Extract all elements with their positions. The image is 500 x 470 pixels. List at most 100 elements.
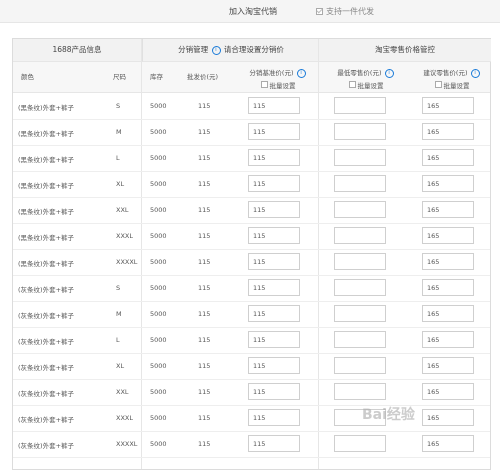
- bulk-set-min-checkbox[interactable]: [348, 81, 356, 88]
- cell-size: M: [116, 310, 122, 318]
- min-retail-input[interactable]: [334, 97, 386, 114]
- cell-wholesale: 115: [198, 362, 211, 370]
- suggest-retail-input[interactable]: [422, 383, 474, 400]
- info-icon[interactable]: i: [211, 45, 221, 55]
- suggest-retail-input[interactable]: [422, 123, 474, 140]
- cell-color: (黑条纹)外套+裤子: [18, 104, 75, 112]
- dist-price-input[interactable]: [248, 331, 300, 348]
- dist-price-input[interactable]: [248, 201, 300, 218]
- bulk-set-label: 批量设置: [357, 81, 384, 90]
- bulk-set-min[interactable]: 批量设置: [331, 80, 401, 90]
- cell-stock: 5000: [150, 310, 167, 318]
- cell-stock: 5000: [150, 232, 167, 240]
- cell-wholesale: 115: [198, 440, 211, 448]
- table-row: (灰条纹)外套+裤子 L 5000 115: [13, 327, 490, 354]
- info-icon[interactable]: i: [384, 68, 394, 78]
- suggest-retail-input[interactable]: [422, 175, 474, 192]
- cell-color: (黑条纹)外套+裤子: [18, 130, 75, 138]
- dist-price-input[interactable]: [248, 435, 300, 452]
- min-retail-input[interactable]: [334, 305, 386, 322]
- suggest-retail-input[interactable]: [422, 435, 474, 452]
- one-ship-checkbox[interactable]: [316, 8, 323, 15]
- cell-color: (灰条纹)外套+裤子: [18, 416, 75, 424]
- dist-price-input[interactable]: [248, 357, 300, 374]
- suggest-retail-input[interactable]: [422, 253, 474, 270]
- min-retail-input[interactable]: [334, 331, 386, 348]
- dist-price-input[interactable]: [248, 383, 300, 400]
- dist-price-input[interactable]: [248, 227, 300, 244]
- min-retail-input[interactable]: [334, 357, 386, 374]
- cell-color: (灰条纹)外套+裤子: [18, 338, 75, 346]
- bulk-set-dist[interactable]: 批量设置: [243, 80, 313, 90]
- bulk-set-suggest-checkbox[interactable]: [434, 81, 442, 88]
- dist-price-input[interactable]: [248, 175, 300, 192]
- cell-size: S: [116, 284, 121, 292]
- info-icon[interactable]: i: [470, 68, 480, 78]
- cell-size: XL: [116, 180, 125, 188]
- info-icon[interactable]: i: [296, 68, 306, 78]
- suggest-retail-input[interactable]: [422, 357, 474, 374]
- table-row: (灰条纹)外套+裤子 XXXXL 5000 115: [13, 431, 490, 458]
- min-retail-input[interactable]: [334, 279, 386, 296]
- min-retail-input[interactable]: [334, 149, 386, 166]
- cell-stock: 5000: [150, 284, 167, 292]
- cell-stock: 5000: [150, 258, 167, 266]
- cell-size: XXXL: [116, 232, 133, 240]
- cell-size: XXL: [116, 206, 129, 214]
- cell-size: L: [116, 336, 120, 344]
- cell-stock: 5000: [150, 128, 167, 136]
- cell-stock: 5000: [150, 206, 167, 214]
- min-retail-input[interactable]: [334, 123, 386, 140]
- cell-size: XXXXL: [116, 258, 138, 266]
- dist-price-input[interactable]: [248, 149, 300, 166]
- cell-color: (灰条纹)外套+裤子: [18, 312, 75, 320]
- suggest-retail-input[interactable]: [422, 201, 474, 218]
- col-header-stock: 库存: [150, 73, 163, 81]
- suggest-retail-input[interactable]: [422, 305, 474, 322]
- suggest-retail-input[interactable]: [422, 279, 474, 296]
- cell-wholesale: 115: [198, 102, 211, 110]
- bulk-set-label: 批量设置: [443, 81, 470, 90]
- bulk-set-suggest[interactable]: 批量设置: [417, 80, 487, 90]
- suggest-retail-input[interactable]: [422, 149, 474, 166]
- dist-price-input[interactable]: [248, 305, 300, 322]
- dist-price-input[interactable]: [248, 97, 300, 114]
- min-retail-input[interactable]: [334, 201, 386, 218]
- cell-color: (黑条纹)外套+裤子: [18, 156, 75, 164]
- dist-price-input[interactable]: [248, 279, 300, 296]
- cell-stock: 5000: [150, 102, 167, 110]
- one-ship-option[interactable]: 支持一件代发: [316, 6, 374, 17]
- join-taobao-label[interactable]: 加入淘宝代销: [229, 6, 277, 17]
- suggest-retail-input[interactable]: [422, 409, 474, 426]
- cell-color: (黑条纹)外套+裤子: [18, 182, 75, 190]
- dist-price-input[interactable]: [248, 409, 300, 426]
- col-header-suggest-retail: 建议零售价(元) i 批量设置: [417, 67, 487, 90]
- column-header-row: 颜色 尺码 库存 批发价(元) 分销基准价(元) i 批量设置 最低零售价(元)…: [13, 62, 490, 93]
- dist-price-input[interactable]: [248, 123, 300, 140]
- cell-size: S: [116, 102, 121, 110]
- dist-price-label: 分销基准价(元): [249, 69, 294, 77]
- min-retail-label: 最低零售价(元): [337, 69, 382, 77]
- suggest-retail-input[interactable]: [422, 97, 474, 114]
- min-retail-input[interactable]: [334, 383, 386, 400]
- min-retail-input[interactable]: [334, 175, 386, 192]
- cell-wholesale: 115: [198, 414, 211, 422]
- cell-stock: 5000: [150, 336, 167, 344]
- suggest-retail-input[interactable]: [422, 331, 474, 348]
- group-header-distribution: 分销管理 i 请合理设置分销价: [142, 39, 319, 62]
- min-retail-input[interactable]: [334, 227, 386, 244]
- distribution-hint: 请合理设置分销价: [223, 45, 284, 54]
- dist-price-input[interactable]: [248, 253, 300, 270]
- cell-color: (黑条纹)外套+裤子: [18, 208, 75, 216]
- suggest-retail-input[interactable]: [422, 227, 474, 244]
- min-retail-input[interactable]: [334, 253, 386, 270]
- table-row: (灰条纹)外套+裤子 M 5000 115: [13, 301, 490, 328]
- cell-color: (黑条纹)外套+裤子: [18, 260, 75, 268]
- cell-size: XXXXL: [116, 440, 138, 448]
- min-retail-input[interactable]: [334, 435, 386, 452]
- cell-color: (灰条纹)外套+裤子: [18, 286, 75, 294]
- table-row: (灰条纹)外套+裤子 XL 5000 115: [13, 353, 490, 380]
- distribution-title: 分销管理: [178, 45, 209, 54]
- cell-color: (黑条纹)外套+裤子: [18, 234, 75, 242]
- bulk-set-dist-checkbox[interactable]: [260, 81, 268, 88]
